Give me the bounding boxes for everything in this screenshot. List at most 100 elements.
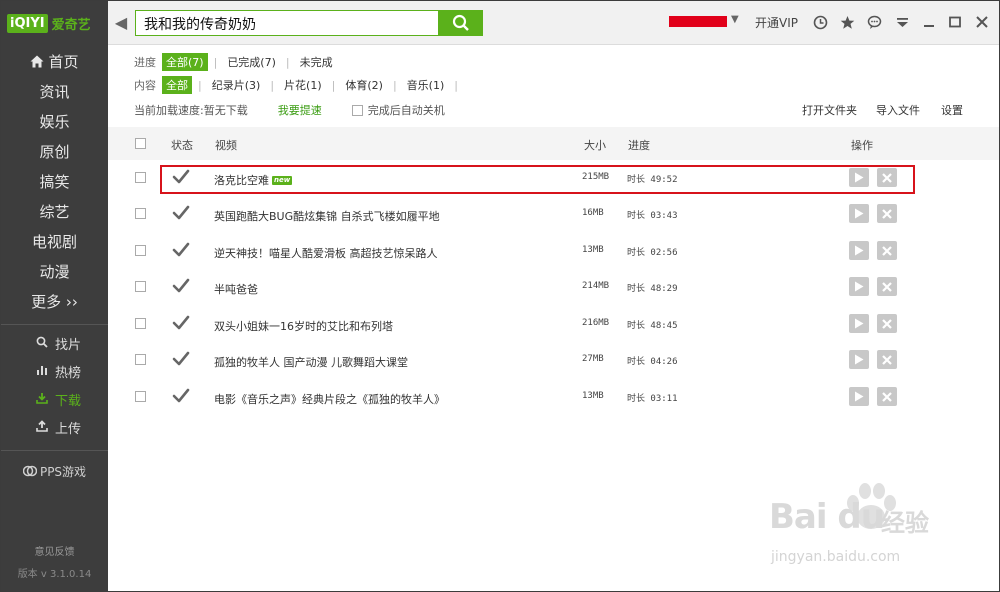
content-filter-trailer[interactable]: 片花(1) — [280, 76, 326, 94]
back-arrow-icon: ◀ — [114, 13, 128, 32]
delete-button[interactable] — [877, 241, 897, 260]
row-checkbox[interactable] — [135, 391, 146, 402]
completed-check-icon — [171, 350, 191, 368]
delete-button[interactable] — [877, 314, 897, 333]
auto-shutdown-box[interactable] — [351, 104, 363, 116]
content-filter-documentary[interactable]: 纪录片(3) — [208, 76, 265, 94]
video-title[interactable]: 双头小姐妹一16岁时的艾比和布列塔 — [214, 318, 393, 334]
video-title-text: 双头小姐妹一16岁时的艾比和布列塔 — [214, 320, 393, 333]
settings-button[interactable]: 设置 — [941, 102, 963, 118]
table-header: 状态 视频 大小 进度 操作 — [108, 127, 999, 160]
vip-link[interactable]: 开通VIP — [755, 14, 798, 31]
video-title[interactable]: 孤独的牧羊人 国产动漫 儿歌舞蹈大课堂 — [214, 354, 408, 370]
play-button[interactable] — [849, 168, 869, 187]
play-button[interactable] — [849, 277, 869, 296]
play-button[interactable] — [849, 350, 869, 369]
feedback-link[interactable]: 意见反馈 — [1, 543, 108, 558]
table-row[interactable]: 电影《音乐之声》经典片段之《孤独的牧羊人》 13MB 时长 03:11 — [108, 379, 999, 415]
delete-icon — [882, 172, 892, 183]
row-checkbox[interactable] — [135, 208, 146, 219]
nav-anime[interactable]: 动漫 — [1, 256, 108, 286]
nav-tv-series[interactable]: 电视剧 — [1, 226, 108, 256]
nav-original[interactable]: 原创 — [1, 136, 108, 166]
user-dropdown-icon[interactable]: ▼ — [731, 14, 739, 25]
delete-button[interactable] — [877, 204, 897, 223]
video-title[interactable]: 逆天神技！喵星人酷爱滑板 高超技艺惊呆路人 — [214, 245, 438, 261]
video-title[interactable]: 半吨爸爸 — [214, 281, 258, 297]
play-icon — [855, 354, 864, 365]
delete-button[interactable] — [877, 350, 897, 369]
open-folder-button[interactable]: 打开文件夹 — [802, 102, 857, 118]
nav-home-label: 首页 — [48, 52, 79, 71]
progress-filter-incomplete[interactable]: 未完成 — [296, 53, 337, 71]
clock-icon[interactable] — [811, 13, 829, 31]
video-title-text: 电影《音乐之声》经典片段之《孤独的牧羊人》 — [214, 393, 445, 406]
video-duration: 时长 48:29 — [627, 284, 678, 294]
content-filter-sports[interactable]: 体育(2) — [341, 76, 387, 94]
table-row[interactable]: 双头小姐妹一16岁时的艾比和布列塔 216MB 时长 48:45 — [108, 306, 999, 342]
play-button[interactable] — [849, 204, 869, 223]
row-checkbox[interactable] — [135, 172, 146, 183]
chat-icon[interactable] — [865, 13, 883, 31]
video-title[interactable]: 洛克比空难 new — [214, 172, 293, 188]
progress-filter-label: 进度 — [134, 56, 156, 69]
content-filter-all[interactable]: 全部 — [162, 76, 192, 94]
sidebar-item-pps-games[interactable]: PPS游戏 — [1, 460, 108, 482]
video-size: 215MB — [582, 172, 610, 182]
delete-button[interactable] — [877, 277, 897, 296]
select-all-checkbox[interactable] — [135, 138, 146, 149]
row-checkbox[interactable] — [135, 245, 146, 256]
play-button[interactable] — [849, 241, 869, 260]
nav-funny[interactable]: 搞笑 — [1, 166, 108, 196]
home-icon — [30, 55, 44, 67]
search-icon — [35, 336, 49, 351]
back-button[interactable]: ◀ — [111, 13, 131, 33]
header-progress: 进度 — [628, 139, 650, 152]
iqiyi-logo[interactable]: iQIYI 爱奇艺 — [7, 11, 91, 35]
table-row[interactable]: 逆天神技！喵星人酷爱滑板 高超技艺惊呆路人 13MB 时长 02:56 — [108, 233, 999, 269]
nav-news[interactable]: 资讯 — [1, 76, 108, 106]
table-row[interactable]: 洛克比空难 new 215MB 时长 49:52 — [108, 160, 999, 196]
progress-filter-row: 进度 全部(7) | 已完成(7) | 未完成 — [134, 53, 341, 71]
auto-shutdown-checkbox[interactable]: 完成后自动关机 — [351, 102, 445, 118]
import-file-button[interactable]: 导入文件 — [876, 102, 920, 118]
nav-entertainment[interactable]: 娱乐 — [1, 106, 108, 136]
progress-filter-all[interactable]: 全部(7) — [162, 53, 208, 71]
video-duration: 时长 04:26 — [627, 357, 678, 367]
sidebar-item-find[interactable]: 找片 — [1, 330, 108, 356]
table-row[interactable]: 半吨爸爸 214MB 时长 48:29 — [108, 269, 999, 305]
user-name-redacted[interactable] — [669, 16, 727, 27]
table-row[interactable]: 孤独的牧羊人 国产动漫 儿歌舞蹈大课堂 27MB 时长 04:26 — [108, 342, 999, 378]
nav-more[interactable]: 更多 ›› — [1, 286, 108, 316]
delete-button[interactable] — [877, 387, 897, 406]
nav-variety[interactable]: 综艺 — [1, 196, 108, 226]
play-button[interactable] — [849, 387, 869, 406]
sidebar-item-hot[interactable]: 热榜 — [1, 358, 108, 384]
content-filter-music[interactable]: 音乐(1) — [403, 76, 449, 94]
menu-icon[interactable] — [893, 13, 911, 31]
row-checkbox[interactable] — [135, 354, 146, 365]
delete-button[interactable] — [877, 168, 897, 187]
video-duration: 时长 02:56 — [627, 248, 678, 258]
video-title[interactable]: 电影《音乐之声》经典片段之《孤独的牧羊人》 — [214, 391, 445, 407]
video-title[interactable]: 英国跑酷大BUG酷炫集锦 自杀式飞楼如履平地 — [214, 208, 440, 224]
table-row[interactable]: 英国跑酷大BUG酷炫集锦 自杀式飞楼如履平地 16MB 时长 03:43 — [108, 196, 999, 232]
search-input[interactable]: 我和我的传奇奶奶 — [135, 10, 439, 36]
sidebar-item-upload[interactable]: 上传 — [1, 414, 108, 440]
video-size: 16MB — [582, 208, 604, 218]
minimize-icon[interactable] — [920, 13, 938, 31]
play-button[interactable] — [849, 314, 869, 333]
play-icon — [855, 172, 864, 183]
star-icon[interactable] — [838, 13, 856, 31]
progress-filter-completed[interactable]: 已完成(7) — [223, 53, 280, 71]
close-icon[interactable] — [973, 13, 991, 31]
row-checkbox[interactable] — [135, 281, 146, 292]
maximize-icon[interactable] — [946, 13, 964, 31]
search-button[interactable] — [439, 10, 483, 36]
speed-up-link[interactable]: 我要提速 — [278, 102, 322, 118]
nav-home[interactable]: 首页 — [1, 46, 108, 76]
delete-icon — [882, 208, 892, 219]
sidebar-item-download[interactable]: 下载 — [1, 386, 108, 412]
row-checkbox[interactable] — [135, 318, 146, 329]
sidebar-item-label: 下载 — [55, 393, 82, 409]
